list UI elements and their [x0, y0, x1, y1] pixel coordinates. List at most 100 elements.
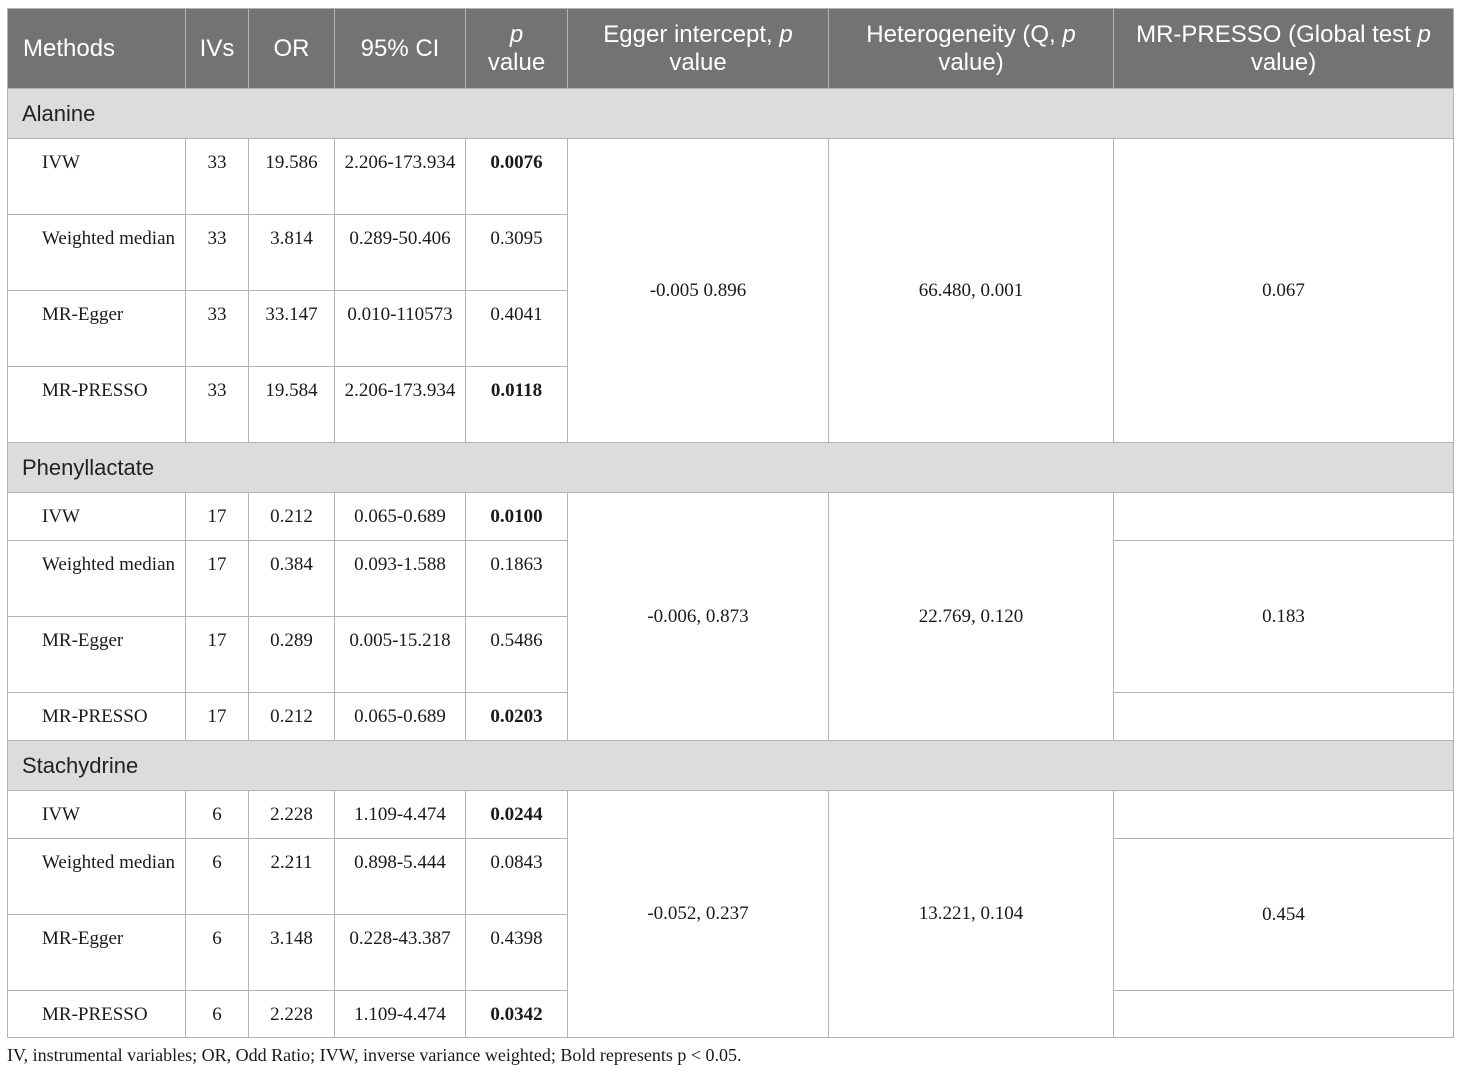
cell-p-value: 0.5486 [465, 616, 568, 693]
cell-p-value: 0.0100 [465, 492, 568, 541]
cell-ci: 0.228-43.387 [334, 914, 466, 991]
cell-ivs: 17 [185, 540, 249, 617]
cell-ivs: 33 [185, 366, 249, 443]
cell-presso-global: 0.067 [1113, 138, 1454, 443]
cell-p-value: 0.0342 [465, 990, 568, 1038]
header-egger: Egger intercept, p value [567, 8, 829, 89]
cell-method: IVW [7, 492, 186, 541]
section-row-alanine: Alanine [7, 88, 1454, 139]
header-p-value: p value [465, 8, 568, 89]
cell-ci: 0.065-0.689 [334, 692, 466, 741]
cell-p-value: 0.0076 [465, 138, 568, 215]
section-title: Phenyllactate [7, 442, 1454, 493]
header-egger-italic: p [779, 20, 793, 48]
cell-method: Weighted median [7, 838, 186, 915]
cell-presso-empty [1113, 790, 1454, 839]
cell-presso-global: 0.183 [1113, 540, 1454, 693]
section-title: Stachydrine [7, 740, 1454, 791]
cell-ivs: 33 [185, 214, 249, 291]
cell-method: MR-Egger [7, 290, 186, 367]
header-presso-post: value) [1250, 48, 1317, 76]
header-ci: 95% CI [334, 8, 466, 89]
cell-presso-empty [1113, 990, 1454, 1038]
cell-egger: -0.052, 0.237 [567, 790, 829, 1038]
section-row-stachydrine: Stachydrine [7, 740, 1454, 791]
table-footnote: IV, instrumental variables; OR, Odd Rati… [7, 1045, 742, 1065]
cell-ivs: 6 [185, 790, 249, 839]
cell-or: 0.212 [248, 492, 335, 541]
cell-or: 0.212 [248, 692, 335, 741]
results-table-container: Methods IVs OR 95% CI p value Egger inter… [7, 8, 1454, 1038]
cell-or: 3.148 [248, 914, 335, 991]
header-egger-post: value [669, 48, 727, 76]
cell-or: 33.147 [248, 290, 335, 367]
cell-ci: 1.109-4.474 [334, 790, 466, 839]
cell-or: 2.211 [248, 838, 335, 915]
header-heterogeneity: Heterogeneity (Q, p value) [828, 8, 1114, 89]
cell-p-value: 0.0203 [465, 692, 568, 741]
header-ivs: IVs [185, 8, 249, 89]
cell-ivs: 33 [185, 290, 249, 367]
cell-ci: 0.065-0.689 [334, 492, 466, 541]
cell-method: MR-PRESSO [7, 692, 186, 741]
cell-ivs: 6 [185, 914, 249, 991]
cell-heterogeneity: 66.480, 0.001 [828, 138, 1114, 443]
cell-ci: 2.206-173.934 [334, 366, 466, 443]
header-presso-pre: MR-PRESSO (Global test [1136, 20, 1418, 48]
cell-method: IVW [7, 790, 186, 839]
cell-p-value: 0.1863 [465, 540, 568, 617]
cell-p-value: 0.4398 [465, 914, 568, 991]
cell-p-value: 0.0244 [465, 790, 568, 839]
cell-egger: -0.005 0.896 [567, 138, 829, 443]
cell-ivs: 17 [185, 692, 249, 741]
cell-heterogeneity: 22.769, 0.120 [828, 492, 1114, 741]
cell-method: MR-PRESSO [7, 990, 186, 1038]
cell-p-value: 0.3095 [465, 214, 568, 291]
cell-ci: 2.206-173.934 [334, 138, 466, 215]
header-presso-italic: p [1417, 20, 1431, 48]
cell-method: MR-Egger [7, 914, 186, 991]
cell-ci: 0.010-110573 [334, 290, 466, 367]
section-row-phenyllactate: Phenyllactate [7, 442, 1454, 493]
cell-ci: 0.093-1.588 [334, 540, 466, 617]
cell-ivs: 6 [185, 990, 249, 1038]
header-row: Methods IVs OR 95% CI p value Egger inter… [7, 8, 1454, 89]
header-p-italic: p [509, 20, 524, 48]
cell-or: 3.814 [248, 214, 335, 291]
cell-or: 19.584 [248, 366, 335, 443]
cell-ci: 0.289-50.406 [334, 214, 466, 291]
cell-method: MR-PRESSO [7, 366, 186, 443]
cell-p-value: 0.0118 [465, 366, 568, 443]
cell-or: 2.228 [248, 990, 335, 1038]
cell-egger: -0.006, 0.873 [567, 492, 829, 741]
cell-ci: 0.898-5.444 [334, 838, 466, 915]
table-row: IVW 6 2.228 1.109-4.474 0.0244 -0.052, 0… [7, 790, 1454, 1038]
cell-ivs: 6 [185, 838, 249, 915]
cell-ivs: 17 [185, 616, 249, 693]
cell-ivs: 17 [185, 492, 249, 541]
cell-method: MR-Egger [7, 616, 186, 693]
cell-p-value: 0.0843 [465, 838, 568, 915]
section-title: Alanine [7, 88, 1454, 139]
cell-ci: 1.109-4.474 [334, 990, 466, 1038]
cell-heterogeneity: 13.221, 0.104 [828, 790, 1114, 1038]
cell-or: 2.228 [248, 790, 335, 839]
header-egger-pre: Egger intercept, [603, 20, 780, 48]
cell-ivs: 33 [185, 138, 249, 215]
header-het-pre: Heterogeneity (Q, [866, 20, 1063, 48]
cell-or: 0.289 [248, 616, 335, 693]
cell-method: Weighted median [7, 214, 186, 291]
cell-method: IVW [7, 138, 186, 215]
header-het-post: value) [938, 48, 1004, 76]
cell-presso-global: 0.454 [1113, 838, 1454, 991]
cell-p-value: 0.4041 [465, 290, 568, 367]
cell-or: 0.384 [248, 540, 335, 617]
cell-presso-empty [1113, 692, 1454, 741]
header-or: OR [248, 8, 335, 89]
cell-presso-empty [1113, 492, 1454, 541]
mr-results-table: Methods IVs OR 95% CI p value Egger inter… [7, 8, 1454, 1038]
header-het-italic: p [1062, 20, 1076, 48]
header-methods: Methods [7, 8, 186, 89]
header-p-rest: value [487, 48, 546, 76]
table-row: IVW 17 0.212 0.065-0.689 0.0100 -0.006, … [7, 492, 1454, 741]
